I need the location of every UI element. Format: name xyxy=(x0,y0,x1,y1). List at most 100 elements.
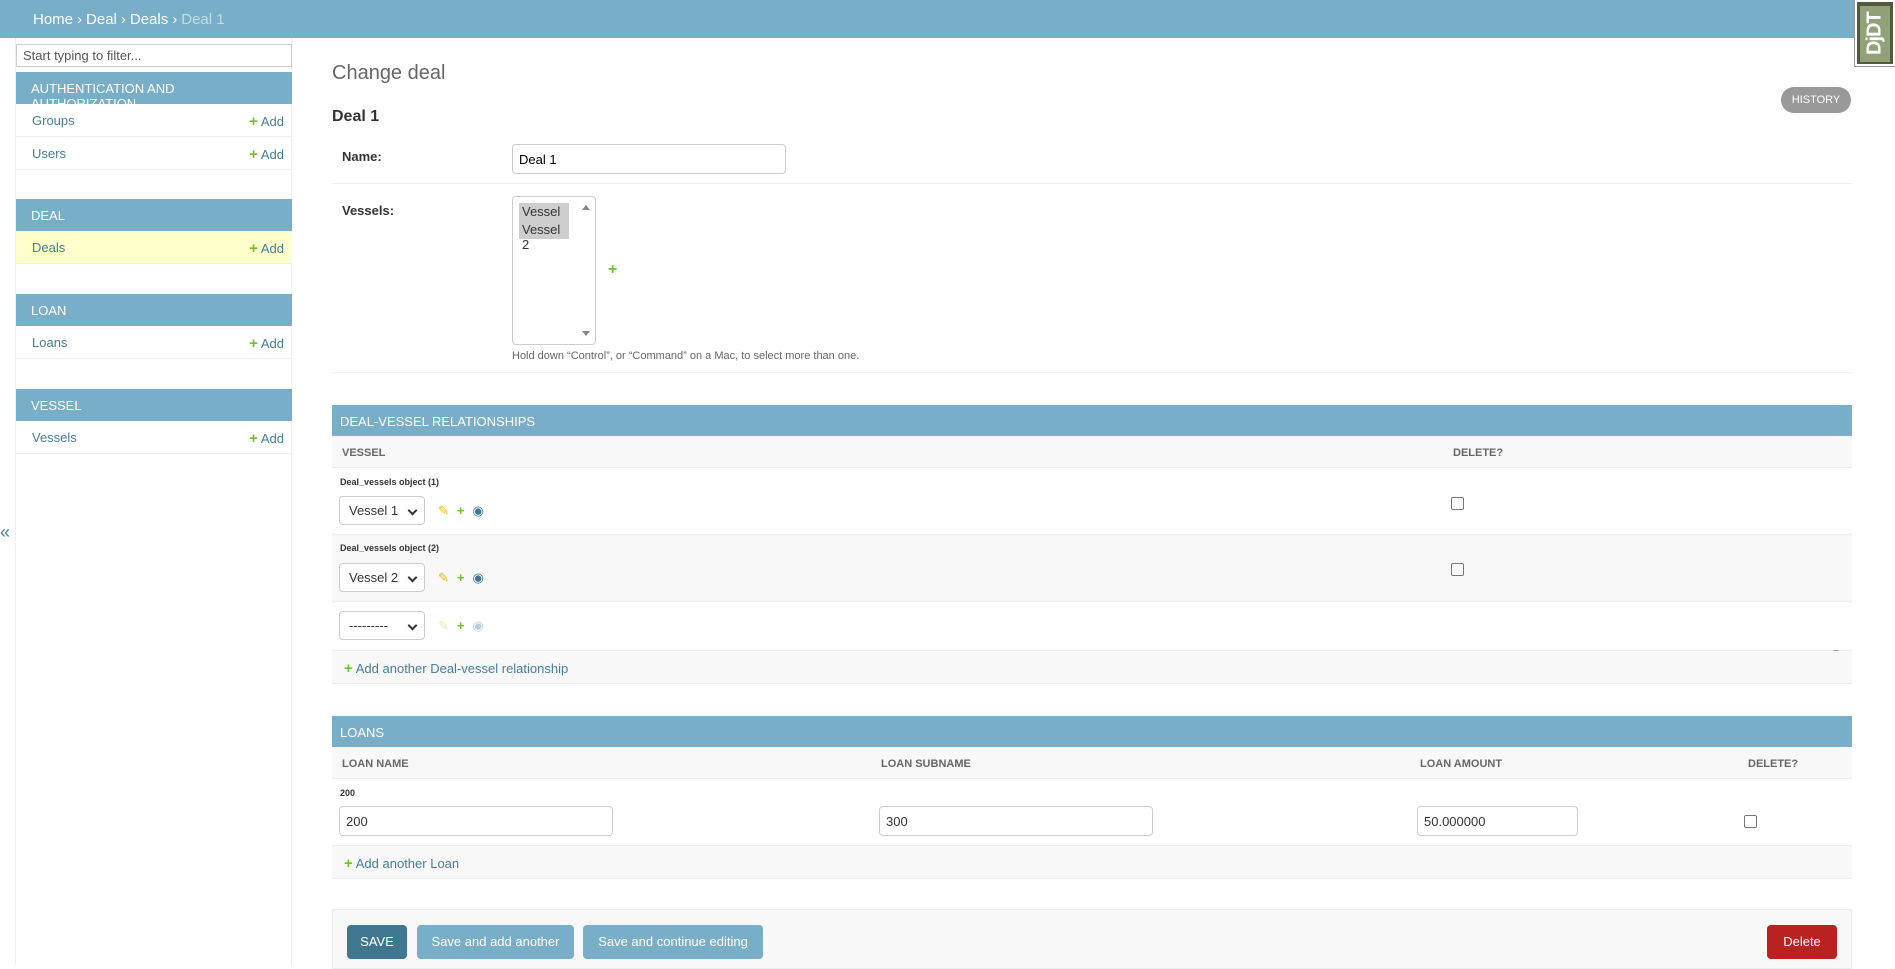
breadcrumb-home[interactable]: Home xyxy=(33,11,73,28)
column-header-loan-name: Loan name xyxy=(342,758,409,770)
add-loan-link[interactable]: + Add another Loan xyxy=(344,855,459,872)
inline-object-label: Deal_vessels object (1) xyxy=(340,477,440,487)
delete-checkbox[interactable] xyxy=(1451,563,1464,576)
add-users-link[interactable]: + Add xyxy=(249,146,284,163)
add-deal-vessel-link[interactable]: + Add another Deal-vessel relationship xyxy=(344,660,568,677)
delete-button[interactable]: Delete xyxy=(1767,925,1837,959)
plus-icon[interactable]: + xyxy=(457,503,465,518)
scrollbar[interactable] xyxy=(579,199,593,342)
breadcrumb-app[interactable]: Deal xyxy=(86,11,117,28)
eye-icon: ◉ xyxy=(472,618,484,633)
header-bar: Home › Deal › Deals › Deal 1 xyxy=(0,0,1895,38)
loans-header: Loans xyxy=(332,716,1852,747)
add-loans-link[interactable]: + Add xyxy=(249,335,284,352)
model-link-users[interactable]: Users xyxy=(32,146,66,161)
sidebar: Authentication and Authorization Groups … xyxy=(15,38,292,965)
name-input[interactable] xyxy=(512,144,786,174)
sidebar-item-groups: Groups + Add xyxy=(16,104,292,137)
add-label: Add xyxy=(260,336,284,351)
app-header-deal[interactable]: Deal xyxy=(16,199,292,231)
breadcrumb-separator: › xyxy=(77,11,83,28)
breadcrumb-model[interactable]: Deals xyxy=(130,11,168,28)
vessels-help-text: Hold down “Control”, or “Command” on a M… xyxy=(512,350,860,362)
loans-table-header: Loan name Loan subname Loan amount Delet… xyxy=(332,747,1852,779)
vessel-select[interactable]: Vessel 1 xyxy=(339,496,425,525)
delete-checkbox[interactable] xyxy=(1744,815,1757,828)
plus-icon: + xyxy=(344,660,353,677)
scroll-up-icon[interactable] xyxy=(582,205,590,210)
plus-icon: + xyxy=(344,855,353,872)
vessels-option[interactable]: Vessel 2 xyxy=(519,221,569,252)
save-and-add-another-button[interactable]: Save and add another xyxy=(417,925,574,959)
loan-amount-input[interactable] xyxy=(1417,806,1578,836)
add-loan-row: + Add another Loan xyxy=(332,846,1852,879)
plus-icon[interactable]: + xyxy=(457,618,465,633)
vessel-select-value: Vessel 2 xyxy=(349,570,399,585)
add-label: Add xyxy=(260,431,284,446)
add-label: Add xyxy=(260,114,284,129)
app-header-loan[interactable]: Loan xyxy=(16,294,292,326)
table-row: --------- ✎ + ◉ xyxy=(332,602,1852,651)
related-actions: ✎ + ◉ xyxy=(438,570,484,586)
add-deals-link[interactable]: + Add xyxy=(249,240,284,257)
related-actions: ✎ + ◉ xyxy=(438,503,484,519)
history-button[interactable]: History xyxy=(1781,87,1851,113)
sidebar-item-loans: Loans + Add xyxy=(16,326,292,359)
vessels-option[interactable]: Vessel 1 xyxy=(519,203,569,234)
plus-icon[interactable]: + xyxy=(457,570,465,585)
scroll-down-icon[interactable] xyxy=(582,331,590,336)
chevron-down-icon xyxy=(407,505,418,516)
breadcrumb-separator: › xyxy=(120,11,126,28)
pencil-icon: ✎ xyxy=(438,618,449,633)
column-header-loan-amount: Loan amount xyxy=(1420,758,1503,770)
chevron-down-icon xyxy=(407,572,418,583)
sidebar-item-vessels: Vessels + Add xyxy=(16,421,292,454)
debug-toolbar-handle[interactable]: DjDT xyxy=(1855,0,1895,66)
add-vessel-icon[interactable]: + xyxy=(608,261,617,279)
page-title: Change deal xyxy=(332,62,446,84)
model-link-loans[interactable]: Loans xyxy=(32,335,67,350)
sidebar-item-users: Users + Add xyxy=(16,137,292,170)
vessels-label: Vessels: xyxy=(342,203,395,218)
delete-checkbox[interactable] xyxy=(1451,497,1464,510)
vessels-multiselect[interactable]: Vessel 1 Vessel 2 xyxy=(512,196,596,345)
model-link-groups[interactable]: Groups xyxy=(32,113,75,128)
plus-icon: + xyxy=(249,430,258,447)
column-header-delete: Delete? xyxy=(1453,447,1504,459)
vessel-select[interactable]: --------- xyxy=(339,611,425,640)
sidebar-collapse-toggle[interactable]: « xyxy=(0,522,10,543)
name-label: Name: xyxy=(342,149,382,164)
eye-icon[interactable]: ◉ xyxy=(473,570,484,585)
debug-toolbar-label: DjDT xyxy=(1860,6,1890,62)
inline-object-label: Deal_vessels object (2) xyxy=(340,543,440,553)
pencil-icon[interactable]: ✎ xyxy=(438,503,449,518)
vessel-select-value: --------- xyxy=(349,618,388,633)
vessel-select[interactable]: Vessel 2 xyxy=(339,563,425,592)
submit-row: Save Save and add another Save and conti… xyxy=(332,909,1852,969)
app-header-auth[interactable]: Authentication and Authorization xyxy=(16,72,292,111)
add-deal-vessel-label: Add another Deal-vessel relationship xyxy=(355,661,569,676)
add-label: Add xyxy=(260,147,284,162)
column-header-vessel: Vessel xyxy=(342,447,386,459)
add-vessels-link[interactable]: + Add xyxy=(249,430,284,447)
loan-subname-input[interactable] xyxy=(879,806,1153,836)
column-header-delete: Delete? xyxy=(1748,758,1799,770)
add-label: Add xyxy=(260,241,284,256)
save-and-continue-button[interactable]: Save and continue editing xyxy=(583,925,763,959)
add-groups-link[interactable]: + Add xyxy=(249,113,284,130)
nav-filter-input[interactable] xyxy=(16,44,292,67)
column-header-loan-subname: Loan subname xyxy=(881,758,971,770)
table-row: Deal_vessels object (1) Vessel 1 ✎ + ◉ xyxy=(332,469,1852,535)
save-button[interactable]: Save xyxy=(347,925,407,959)
app-header-vessel[interactable]: Vessel xyxy=(16,389,292,421)
sidebar-item-deals: Deals + Add xyxy=(16,231,292,264)
loan-name-input[interactable] xyxy=(339,806,613,836)
vessel-select-value: Vessel 1 xyxy=(349,503,399,518)
eye-icon[interactable]: ◉ xyxy=(473,503,484,518)
model-link-vessels[interactable]: Vessels xyxy=(32,430,77,445)
inline-object-label: 200 xyxy=(340,788,356,798)
model-link-deals[interactable]: Deals xyxy=(32,240,65,255)
pencil-icon[interactable]: ✎ xyxy=(438,570,449,585)
related-actions: ✎ + ◉ xyxy=(438,618,484,634)
add-deal-vessel-row: + Add another Deal-vessel relationship xyxy=(332,651,1852,684)
